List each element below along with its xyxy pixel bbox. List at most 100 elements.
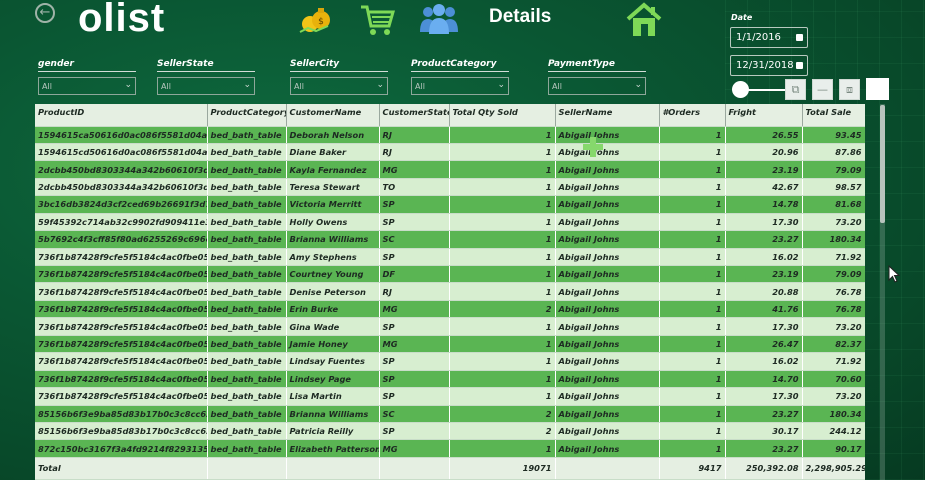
table-cell: bed_bath_table [207, 160, 287, 179]
table-cell: 2,298,905.29 [802, 456, 865, 480]
column-header[interactable]: ProductID [35, 104, 208, 127]
table-row[interactable]: 5b7692c4f3cff85f80ad6255269c696c bed_bath… [35, 230, 865, 249]
slicer-label: ProductCategory [411, 59, 509, 72]
more-options-button[interactable] [866, 78, 889, 100]
table-row[interactable]: 85156b6f3e9ba85d83b17b0c3c8cc627 bed_bath… [35, 422, 865, 441]
table-row[interactable]: 736f1b87428f9cfe5f5184c4ac0fbe05 bed_bath… [35, 317, 865, 336]
table-cell: 736f1b87428f9cfe5f5184c4ac0fbe05 [35, 282, 208, 301]
payment-type-dropdown[interactable]: All ⌄ [548, 77, 646, 95]
minimize-icon[interactable]: — [812, 79, 833, 100]
calendar-icon[interactable] [796, 62, 803, 69]
table-cell: Abigail Johns [555, 439, 660, 458]
table-cell: 1 [659, 335, 726, 354]
product-category-dropdown[interactable]: All ⌄ [411, 77, 509, 95]
slider-handle[interactable] [732, 81, 749, 98]
table-cell: SP [379, 387, 450, 406]
table-cell: Victoria Merritt [286, 195, 380, 214]
table-cell: SP [379, 195, 450, 214]
table-cell: MG [379, 335, 450, 354]
back-arrow-icon[interactable]: ← [35, 3, 55, 23]
table-cell: 1 [659, 370, 726, 389]
shopping-cart-icon[interactable] [358, 2, 396, 38]
column-header[interactable]: Total Qty Sold [449, 104, 556, 127]
table-row[interactable]: 736f1b87428f9cfe5f5184c4ac0fbe05 bed_bath… [35, 370, 865, 389]
table-row[interactable]: 85156b6f3e9ba85d83b17b0c3c8cc627 bed_bath… [35, 405, 865, 423]
table-cell: 2 [449, 300, 556, 319]
table-row[interactable]: 736f1b87428f9cfe5f5184c4ac0fbe05 bed_bath… [35, 335, 865, 354]
table-row[interactable]: 1594615cd50616d0ac086f5581d04ac0 bed_bath… [35, 143, 865, 162]
slicer-seller-city: SellerCity All ⌄ [290, 59, 388, 95]
table-cell: 81.68 [802, 195, 865, 214]
column-header[interactable]: ProductCategory [207, 104, 287, 127]
table-cell: bed_bath_table [207, 248, 287, 267]
table-row[interactable]: 736f1b87428f9cfe5f5184c4ac0fbe05 bed_bath… [35, 265, 865, 284]
calendar-icon[interactable] [796, 34, 803, 41]
table-cell: SP [379, 370, 450, 389]
slicer-label: gender [38, 59, 136, 72]
table-cell: MG [379, 160, 450, 179]
table-cell: 736f1b87428f9cfe5f5184c4ac0fbe05 [35, 317, 208, 336]
slicer-label: PaymentType [548, 59, 646, 72]
table-cell: Abigail Johns [555, 370, 660, 389]
table-row[interactable]: 736f1b87428f9cfe5f5184c4ac0fbe05 bed_bath… [35, 387, 865, 406]
table-cell: 20.88 [725, 282, 803, 301]
table-cell: DF [379, 265, 450, 284]
table-cell: 23.27 [725, 405, 803, 423]
table-cell: bed_bath_table [207, 282, 287, 301]
table-cell: 23.27 [725, 230, 803, 249]
table-cell: 71.92 [802, 248, 865, 267]
table-cell [286, 456, 380, 480]
column-header[interactable]: Total Sale [802, 104, 865, 127]
table-row[interactable]: 872c150bc3167f3a4fd9214f82931358 bed_bath… [35, 439, 865, 458]
column-header[interactable]: SellerName [555, 104, 660, 127]
table-row[interactable]: 736f1b87428f9cfe5f5184c4ac0fbe05 bed_bath… [35, 352, 865, 371]
table-scrollbar-thumb[interactable] [880, 105, 885, 223]
people-icon[interactable] [417, 2, 461, 36]
table-cell: Abigail Johns [555, 387, 660, 406]
table-cell: Abigail Johns [555, 213, 660, 232]
seller-state-dropdown[interactable]: All ⌄ [157, 77, 255, 95]
table-cell: TO [379, 178, 450, 197]
table-row[interactable]: 736f1b87428f9cfe5f5184c4ac0fbe05 bed_bath… [35, 300, 865, 319]
table-cell: 23.19 [725, 265, 803, 284]
focus-mode-icon[interactable]: ⧈ [839, 79, 860, 100]
copy-visual-icon[interactable]: ⧉ [785, 79, 806, 100]
table-cell: Elizabeth Patterson [286, 439, 380, 458]
table-cell: Abigail Johns [555, 160, 660, 179]
details-table: ProductID ProductCategory CustomerName C… [35, 104, 865, 480]
table-cell: 14.70 [725, 370, 803, 389]
svg-text:$: $ [318, 17, 324, 27]
column-header[interactable]: CustomerState [379, 104, 450, 127]
table-cell: bed_bath_table [207, 387, 287, 406]
table-row[interactable]: 59f45392c714ab32c9902fd909411e3e bed_bath… [35, 213, 865, 232]
column-header[interactable]: CustomerName [286, 104, 380, 127]
table-row[interactable]: 736f1b87428f9cfe5f5184c4ac0fbe05 bed_bath… [35, 282, 865, 301]
table-row[interactable]: 736f1b87428f9cfe5f5184c4ac0fbe05 bed_bath… [35, 248, 865, 267]
table-cell: 17.30 [725, 213, 803, 232]
table-cell: bed_bath_table [207, 230, 287, 249]
table-cell: SP [379, 317, 450, 336]
gender-dropdown[interactable]: All ⌄ [38, 77, 136, 95]
table-row[interactable]: 3bc16db3824d3cf2ced69b26691f3d77 bed_bath… [35, 195, 865, 214]
slicer-product-category: ProductCategory All ⌄ [411, 59, 509, 95]
dropdown-value: All [415, 82, 425, 91]
end-date-input[interactable]: 12/31/2018 [730, 55, 808, 76]
column-header[interactable]: #Orders [659, 104, 726, 127]
table-cell: Diane Baker [286, 143, 380, 162]
table-row[interactable]: 2dcbb450bd8303344a342b60610f3d22 bed_bath… [35, 178, 865, 197]
start-date-input[interactable]: 1/1/2016 [730, 27, 808, 48]
table-cell: RJ [379, 282, 450, 301]
seller-city-dropdown[interactable]: All ⌄ [290, 77, 388, 95]
table-cell: Holly Owens [286, 213, 380, 232]
chevron-down-icon: ⌄ [243, 80, 251, 90]
table-cell: 71.92 [802, 352, 865, 371]
table-cell: 180.34 [802, 230, 865, 249]
table-row[interactable]: 2dcbb450bd8303344a342b60610f3d22 bed_bath… [35, 160, 865, 179]
house-icon[interactable] [624, 2, 664, 38]
table-cell: 180.34 [802, 405, 865, 423]
column-header[interactable]: Fright [725, 104, 803, 127]
table-cell: Deborah Nelson [286, 126, 380, 144]
table-row[interactable]: 1594615ca50616d0ac086f5581d04ac0 bed_bath… [35, 126, 865, 144]
money-bags-icon[interactable]: $ [298, 2, 332, 36]
table-cell: 1 [449, 160, 556, 179]
